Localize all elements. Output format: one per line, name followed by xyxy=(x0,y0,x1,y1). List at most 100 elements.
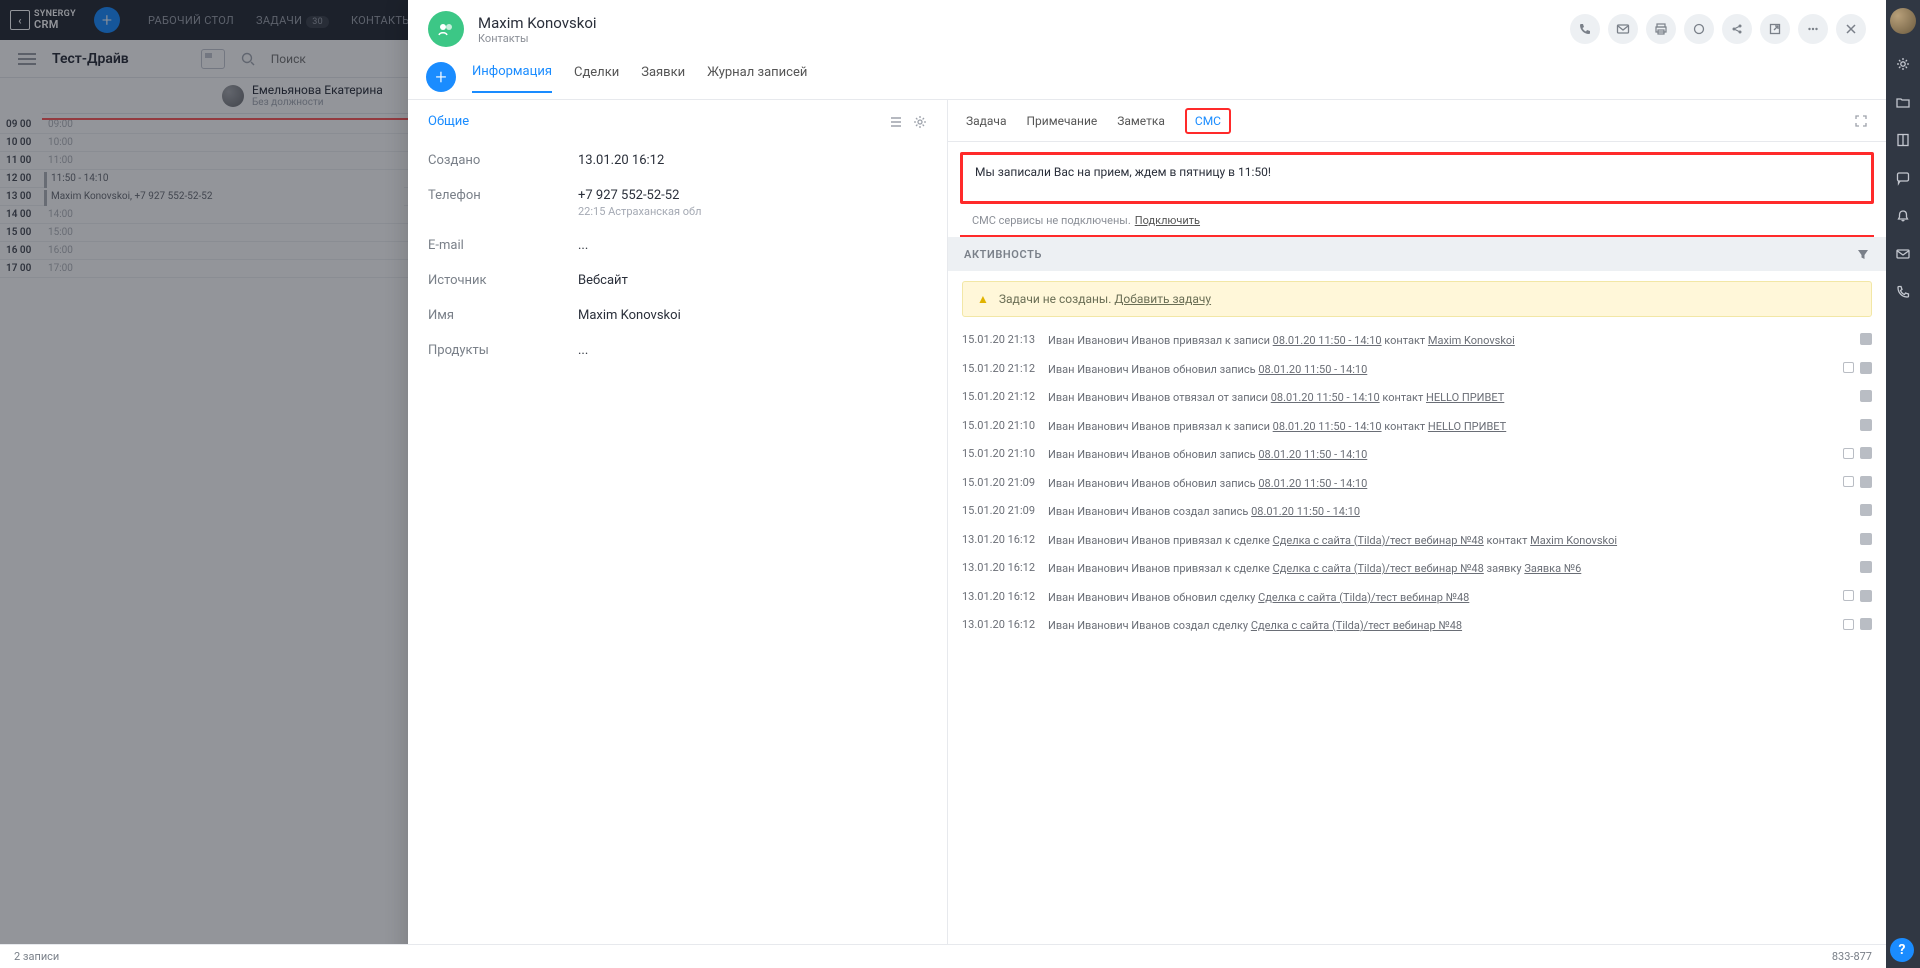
panel-tools xyxy=(1570,14,1866,44)
activity-link[interactable]: Заявка №6 xyxy=(1524,562,1581,575)
open-button[interactable] xyxy=(1760,14,1790,44)
tab-note[interactable]: Примечание xyxy=(1026,114,1097,128)
circle-button[interactable] xyxy=(1684,14,1714,44)
detail-icon[interactable] xyxy=(1843,619,1854,630)
detail-icon[interactable] xyxy=(1843,476,1854,487)
more-button[interactable] xyxy=(1798,14,1828,44)
comment-icon[interactable] xyxy=(1860,447,1872,459)
detail-icon[interactable] xyxy=(1843,448,1854,459)
email-button[interactable] xyxy=(1608,14,1638,44)
phone-icon[interactable] xyxy=(1895,284,1911,300)
activity-time: 13.01.20 16:12 xyxy=(962,533,1038,546)
panel-body: Общие Создано13.01.20 16:12 Телефон+7 92… xyxy=(408,100,1886,968)
filter-icon[interactable] xyxy=(1856,247,1870,261)
activity-link[interactable]: Сделка с сайта (Tilda)/тест вебинар №48 xyxy=(1258,591,1469,604)
bell-icon[interactable] xyxy=(1895,208,1911,224)
status-bar: 2 записи 833-877 xyxy=(0,944,1886,968)
panel-header: Maxim Konovskoi Контакты xyxy=(408,0,1886,58)
share-button[interactable] xyxy=(1722,14,1752,44)
field-value: Вебсайт xyxy=(578,273,628,288)
comment-icon[interactable] xyxy=(1860,504,1872,516)
field-label: Источник xyxy=(428,273,578,288)
gear-icon[interactable] xyxy=(1895,56,1911,72)
tab-sms[interactable]: СМС xyxy=(1185,108,1231,134)
tab-info[interactable]: Информация xyxy=(472,64,552,93)
field-label: Создано xyxy=(428,153,578,168)
activity-time: 13.01.20 16:12 xyxy=(962,590,1038,603)
comment-icon[interactable] xyxy=(1860,561,1872,573)
comment-icon[interactable] xyxy=(1860,533,1872,545)
activity-link[interactable]: 08.01.20 11:50 - 14:10 xyxy=(1273,420,1382,433)
list-icon[interactable] xyxy=(889,115,903,129)
field-value: 13.01.20 16:12 xyxy=(578,153,664,168)
print-button[interactable] xyxy=(1646,14,1676,44)
detail-icon[interactable] xyxy=(1843,362,1854,373)
add-task-link[interactable]: Добавить задачу xyxy=(1114,292,1211,306)
activity-link[interactable]: 08.01.20 11:50 - 14:10 xyxy=(1258,363,1367,376)
help-button[interactable]: ? xyxy=(1890,938,1914,962)
tab-task[interactable]: Задача xyxy=(966,114,1006,128)
sms-textarea[interactable]: Мы записали Вас на прием, ждем в пятницу… xyxy=(960,152,1874,204)
activity-link[interactable]: HELLO ПРИВЕТ xyxy=(1428,420,1506,433)
activity-link[interactable]: Maxim Konovskoi xyxy=(1428,334,1515,347)
activity-time: 15.01.20 21:09 xyxy=(962,504,1038,517)
connect-link[interactable]: Подключить xyxy=(1135,214,1200,227)
field-sub: 22:15 Астраханская обл xyxy=(578,205,701,218)
call-button[interactable] xyxy=(1570,14,1600,44)
activity-link[interactable]: 08.01.20 11:50 - 14:10 xyxy=(1273,334,1382,347)
mail-icon[interactable] xyxy=(1895,246,1911,262)
activity-link[interactable]: 08.01.20 11:50 - 14:10 xyxy=(1258,477,1367,490)
chat-icon[interactable] xyxy=(1895,170,1911,186)
activity-link[interactable]: Сделка с сайта (Tilda)/тест вебинар №48 xyxy=(1273,562,1484,575)
activity-time: 15.01.20 21:10 xyxy=(962,419,1038,432)
activity-feed: 15.01.20 21:13Иван Иванович Иванов привя… xyxy=(948,327,1886,968)
expand-icon[interactable] xyxy=(1854,114,1868,128)
detail-icon[interactable] xyxy=(1843,590,1854,601)
comment-icon[interactable] xyxy=(1860,476,1872,488)
activity-row: 13.01.20 16:12Иван Иванович Иванов обнов… xyxy=(962,584,1872,613)
activity-link[interactable]: Сделка с сайта (Tilda)/тест вебинар №48 xyxy=(1273,534,1484,547)
panel-add-button[interactable]: + xyxy=(426,62,456,92)
compose-tabs: Задача Примечание Заметка СМС xyxy=(948,100,1886,142)
comment-icon[interactable] xyxy=(1860,390,1872,402)
warning-icon: ▲ xyxy=(977,292,989,306)
field-label: E-mail xyxy=(428,238,578,253)
activity-time: 13.01.20 16:12 xyxy=(962,561,1038,574)
tab-deals[interactable]: Сделки xyxy=(574,65,619,92)
info-column: Общие Создано13.01.20 16:12 Телефон+7 92… xyxy=(408,100,948,968)
comment-icon[interactable] xyxy=(1860,618,1872,630)
activity-link[interactable]: Сделка с сайта (Tilda)/тест вебинар №48 xyxy=(1251,619,1462,632)
field-value[interactable]: +7 927 552-52-52 xyxy=(578,188,701,203)
comment-icon[interactable] xyxy=(1860,333,1872,345)
section-title: Общие xyxy=(428,114,469,129)
activity-link[interactable]: 08.01.20 11:50 - 14:10 xyxy=(1251,505,1360,518)
tab-requests[interactable]: Заявки xyxy=(641,65,685,92)
close-button[interactable] xyxy=(1836,14,1866,44)
activity-row: 15.01.20 21:09Иван Иванович Иванов обнов… xyxy=(962,470,1872,499)
activity-link[interactable]: 08.01.20 11:50 - 14:10 xyxy=(1271,391,1380,404)
field-label: Имя xyxy=(428,308,578,323)
activity-time: 13.01.20 16:12 xyxy=(962,618,1038,631)
field-value[interactable]: ... xyxy=(578,238,588,253)
field-value[interactable]: ... xyxy=(578,343,588,358)
comment-icon[interactable] xyxy=(1860,362,1872,374)
sms-service-note: СМС сервисы не подключены. Подключить xyxy=(960,210,1874,237)
activity-time: 15.01.20 21:12 xyxy=(962,390,1038,403)
gear-icon[interactable] xyxy=(913,115,927,129)
book-icon[interactable] xyxy=(1895,132,1911,148)
section-header[interactable]: Общие xyxy=(428,114,927,129)
user-avatar[interactable] xyxy=(1890,8,1916,34)
contact-name: Maxim Konovskoi xyxy=(478,14,597,32)
comment-icon[interactable] xyxy=(1860,419,1872,431)
tab-log[interactable]: Журнал записей xyxy=(707,65,807,92)
activity-link[interactable]: 08.01.20 11:50 - 14:10 xyxy=(1258,448,1367,461)
activity-link[interactable]: HELLO ПРИВЕТ xyxy=(1426,391,1504,404)
activity-row: 15.01.20 21:09Иван Иванович Иванов созда… xyxy=(962,498,1872,527)
activity-row: 13.01.20 16:12Иван Иванович Иванов привя… xyxy=(962,555,1872,584)
folder-icon[interactable] xyxy=(1895,94,1911,110)
activity-row: 15.01.20 21:12Иван Иванович Иванов отвяз… xyxy=(962,384,1872,413)
tab-memo[interactable]: Заметка xyxy=(1117,114,1165,128)
activity-link[interactable]: Maxim Konovskoi xyxy=(1530,534,1617,547)
comment-icon[interactable] xyxy=(1860,590,1872,602)
activity-row: 15.01.20 21:12Иван Иванович Иванов обнов… xyxy=(962,356,1872,385)
